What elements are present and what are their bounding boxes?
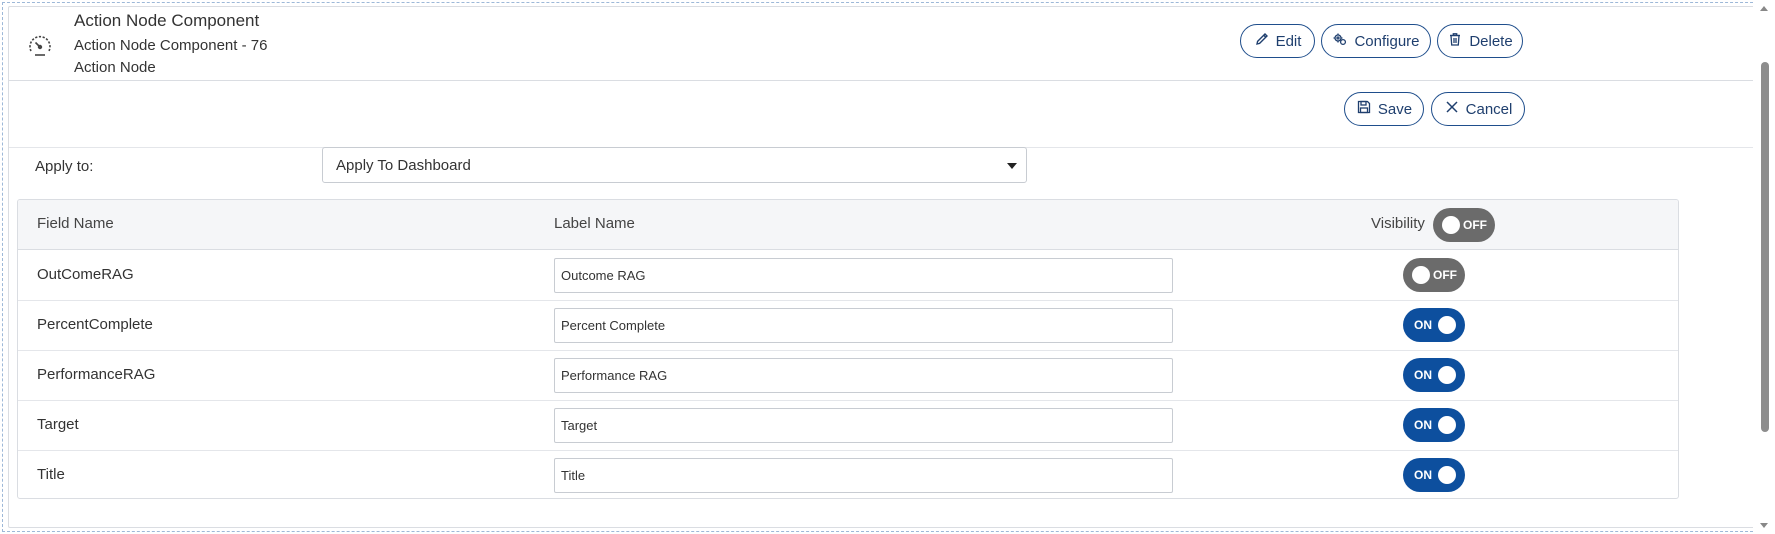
field-name-cell: Title xyxy=(37,466,65,483)
delete-button-label: Delete xyxy=(1469,32,1513,50)
table-row: Target ON xyxy=(18,401,1678,451)
apply-to-select[interactable]: Apply To Dashboard xyxy=(322,147,1027,183)
table-row: OutComeRAG OFF xyxy=(18,251,1678,301)
toggle-state: ON xyxy=(1414,318,1432,332)
configure-button[interactable]: Configure xyxy=(1321,24,1431,58)
gears-icon xyxy=(1332,31,1348,51)
component-type: Action Node xyxy=(74,59,156,76)
gauge-icon xyxy=(26,32,54,60)
delete-button[interactable]: Delete xyxy=(1437,24,1523,58)
save-button-label: Save xyxy=(1377,100,1413,118)
field-visibility-table: Field Name Label Name Visibility OFF Out… xyxy=(17,199,1679,499)
toggle-knob xyxy=(1442,216,1460,234)
table-row: PerformanceRAG ON xyxy=(18,351,1678,401)
visibility-toggle[interactable]: OFF xyxy=(1403,258,1465,292)
column-header-field-name: Field Name xyxy=(37,215,114,232)
caret-down-icon xyxy=(1007,163,1017,169)
field-name-cell: Target xyxy=(37,416,79,433)
visibility-toggle[interactable]: ON xyxy=(1403,308,1465,342)
pencil-icon xyxy=(1254,31,1270,51)
action-bar: Save Cancel xyxy=(9,82,1754,148)
table-header: Field Name Label Name Visibility OFF xyxy=(18,200,1678,250)
cancel-button[interactable]: Cancel xyxy=(1431,92,1525,126)
toggle-knob xyxy=(1412,266,1430,284)
field-name-cell: PerformanceRAG xyxy=(37,366,156,383)
toggle-knob xyxy=(1438,366,1456,384)
toggle-knob xyxy=(1438,466,1456,484)
scroll-up-arrow-icon[interactable] xyxy=(1760,6,1768,11)
toggle-state: OFF xyxy=(1433,268,1457,282)
component-header: Action Node Component Action Node Compon… xyxy=(9,7,1754,81)
table-row: Title ON xyxy=(18,451,1678,498)
toggle-state: ON xyxy=(1414,368,1432,382)
trash-icon xyxy=(1447,31,1463,51)
scrollbar-thumb[interactable] xyxy=(1761,62,1769,432)
component-subtitle: Action Node Component - 76 xyxy=(74,37,268,54)
toggle-state: OFF xyxy=(1463,218,1487,232)
column-header-visibility: Visibility xyxy=(1371,215,1425,232)
visibility-toggle[interactable]: ON xyxy=(1403,358,1465,392)
edit-button[interactable]: Edit xyxy=(1240,24,1315,58)
label-name-input[interactable] xyxy=(554,458,1173,493)
apply-to-label: Apply to: xyxy=(35,158,94,175)
component-title: Action Node Component xyxy=(74,11,260,30)
label-name-input[interactable] xyxy=(554,308,1173,343)
column-header-label-name: Label Name xyxy=(554,215,635,232)
toggle-state: ON xyxy=(1414,418,1432,432)
apply-to-selected-value: Apply To Dashboard xyxy=(336,156,471,174)
vertical-scrollbar[interactable] xyxy=(1753,0,1775,534)
label-name-input[interactable] xyxy=(554,258,1173,293)
save-button[interactable]: Save xyxy=(1344,92,1424,126)
visibility-toggle[interactable]: ON xyxy=(1403,408,1465,442)
toggle-state: ON xyxy=(1414,468,1432,482)
scroll-down-arrow-icon[interactable] xyxy=(1760,523,1768,528)
table-row: PercentComplete ON xyxy=(18,301,1678,351)
label-name-input[interactable] xyxy=(554,358,1173,393)
label-name-input[interactable] xyxy=(554,408,1173,443)
configure-button-label: Configure xyxy=(1354,32,1420,50)
visibility-all-toggle[interactable]: OFF xyxy=(1433,208,1495,242)
field-name-cell: OutComeRAG xyxy=(37,266,134,283)
component-panel: Action Node Component Action Node Compon… xyxy=(8,6,1755,528)
visibility-toggle[interactable]: ON xyxy=(1403,458,1465,492)
cancel-button-label: Cancel xyxy=(1465,100,1513,118)
save-icon xyxy=(1356,99,1372,119)
close-icon xyxy=(1444,99,1460,119)
toggle-knob xyxy=(1438,316,1456,334)
edit-button-label: Edit xyxy=(1275,32,1302,50)
toggle-knob xyxy=(1438,416,1456,434)
field-name-cell: PercentComplete xyxy=(37,316,153,333)
